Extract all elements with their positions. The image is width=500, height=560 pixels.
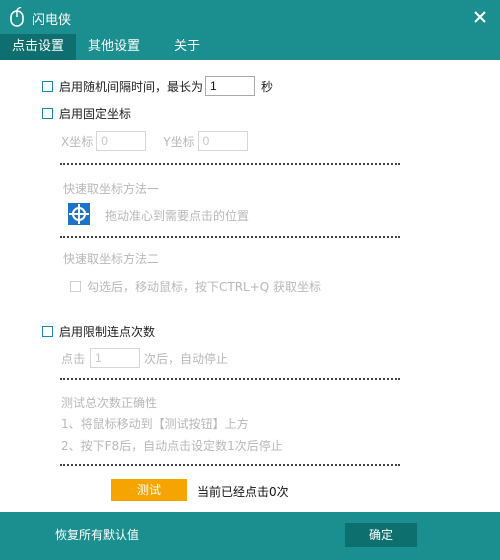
seconds-label: 秒 — [261, 79, 274, 94]
divider — [60, 378, 400, 382]
test-step1: 1、将鼠标移动到【测试按钮】上方 — [61, 415, 249, 432]
method1-title-text: 快速取坐标方法一 — [63, 182, 160, 196]
close-icon[interactable] — [468, 5, 492, 29]
crosshair-row: 拖动准心到需要点击的位置 — [68, 203, 249, 228]
tab-click-settings[interactable]: 点击设置 — [0, 34, 77, 60]
tab-other-settings[interactable]: 其他设置 — [76, 34, 152, 60]
crosshair-icon[interactable] — [68, 203, 90, 228]
test-step1-text: 1、将鼠标移动到【测试按钮】上方 — [61, 417, 249, 431]
x-coordinate-label: X坐标 — [61, 134, 94, 149]
tab-bar: 点击设置 其他设置 关于 — [0, 34, 500, 60]
random-interval-input[interactable] — [205, 76, 256, 96]
method2-label: 勾选后，移动鼠标，按下CTRL+Q 获取坐标 — [87, 280, 322, 294]
tab-about[interactable]: 关于 — [162, 34, 212, 60]
restore-defaults-link[interactable]: 恢复所有默认值 — [55, 526, 139, 543]
method2-title: 快速取坐标方法二 — [63, 250, 159, 267]
random-interval-label: 启用随机间隔时间，最长为 — [59, 79, 204, 94]
x-coordinate-input[interactable] — [96, 131, 147, 151]
title-bar: 闪电侠 — [0, 0, 500, 34]
divider — [60, 464, 400, 468]
y-coordinate-label: Y坐标 — [163, 134, 195, 149]
divider — [60, 236, 400, 240]
fixed-coordinate-row: 启用固定坐标 — [42, 105, 131, 122]
window-title: 闪电侠 — [32, 13, 72, 28]
test-step2: 2、按下F8后，自动点击设定数1次后停止 — [61, 437, 283, 454]
limit-clicks-checkbox[interactable] — [42, 326, 53, 337]
method2-title-text: 快速取坐标方法二 — [63, 252, 160, 266]
limit-clicks-label: 启用限制连点次数 — [59, 325, 156, 339]
click-suffix: 次后，自动停止 — [144, 351, 229, 366]
click-count-status: 当前已经点击0次 — [197, 485, 289, 499]
limit-clicks-input-row: 点击 次后，自动停止 — [61, 348, 228, 368]
click-prefix: 点击 — [61, 351, 86, 366]
footer: 恢复所有默认值 确定 — [0, 512, 500, 560]
fixed-coordinate-checkbox[interactable] — [42, 108, 53, 119]
mouse-icon — [8, 6, 26, 27]
click-settings-content: 启用随机间隔时间，最长为 秒 启用固定坐标 X坐标 Y坐标 快速取坐标方法一 — [28, 60, 473, 512]
limit-clicks-input[interactable] — [90, 348, 141, 368]
test-button[interactable]: 测试 — [111, 479, 187, 501]
random-interval-row: 启用随机间隔时间，最长为 秒 — [42, 76, 273, 96]
settings-panel: 启用随机间隔时间，最长为 秒 启用固定坐标 X坐标 Y坐标 快速取坐标方法一 — [0, 60, 500, 512]
y-coordinate-input[interactable] — [197, 131, 248, 151]
divider — [60, 163, 400, 167]
method1-hint: 拖动准心到需要点击的位置 — [105, 209, 250, 223]
fixed-coordinate-label: 启用固定坐标 — [59, 107, 132, 121]
method2-row: 勾选后，移动鼠标，按下CTRL+Q 获取坐标 — [70, 278, 321, 295]
method2-checkbox[interactable] — [70, 281, 81, 292]
confirm-button[interactable]: 确定 — [345, 523, 417, 547]
random-interval-checkbox[interactable] — [42, 80, 53, 92]
test-title: 测试总次数正确性 — [61, 394, 157, 411]
test-step2-text: 2、按下F8后，自动点击设定数1次后停止 — [61, 439, 283, 453]
limit-clicks-row: 启用限制连点次数 — [42, 323, 155, 340]
test-title-text: 测试总次数正确性 — [61, 396, 158, 410]
coordinate-inputs: X坐标 Y坐标 — [61, 131, 248, 151]
method1-title: 快速取坐标方法一 — [63, 180, 159, 197]
app-window: 闪电侠 点击设置 其他设置 关于 启用随机间隔时间，最长为 秒 启用固定坐标 — [0, 0, 500, 560]
